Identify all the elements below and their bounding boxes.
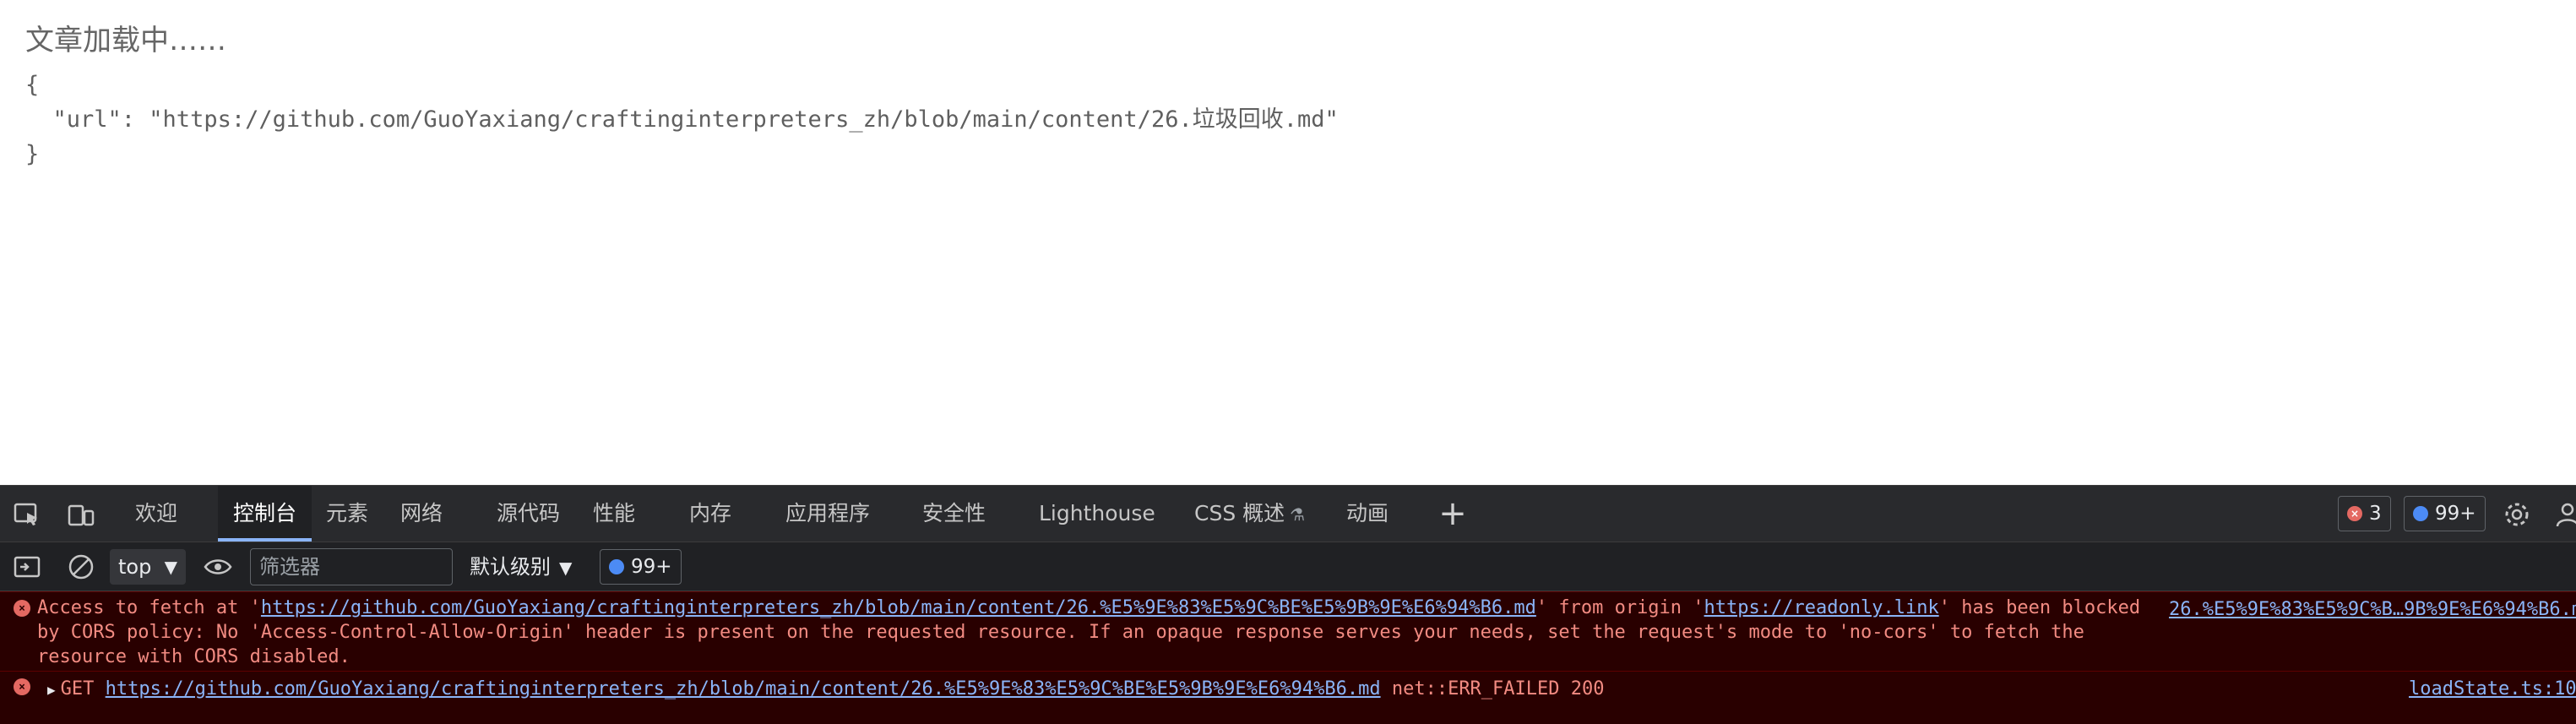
page-content: 文章加载中…… { "url": "https://github.com/Guo… — [0, 0, 2576, 485]
message-icon — [609, 559, 624, 574]
context-selector[interactable]: top ▼ — [110, 549, 186, 585]
message-count: 99+ — [2435, 503, 2476, 525]
request-url-link[interactable]: https://github.com/GuoYaxiang/craftingin… — [106, 678, 1381, 700]
tab-animations[interactable]: 动画 — [1331, 486, 1404, 542]
msg-line-2: by CORS policy: No 'Access-Control-Allow… — [37, 622, 2084, 643]
issues-count: 99+ — [631, 556, 672, 578]
msg-line-3: resource with CORS disabled. — [37, 646, 351, 667]
eye-icon[interactable] — [203, 552, 233, 582]
gear-icon[interactable] — [2502, 499, 2532, 530]
tab-security[interactable]: 安全性 — [907, 486, 1001, 542]
log-level-label: 默认级别 — [470, 555, 551, 579]
origin-link[interactable]: https://readonly.link — [1704, 597, 1939, 618]
devtools-panel: 欢迎 控制台 元素 网络 源代码 性能 内存 应用程序 安全性 Lighthou… — [0, 485, 2576, 724]
device-emulation-icon[interactable] — [66, 499, 96, 530]
tab-css-overview-label: CSS 概述 — [1194, 501, 1285, 525]
tab-performance[interactable]: 性能 — [578, 486, 650, 542]
user-feedback-icon[interactable] — [2552, 499, 2576, 530]
tab-application[interactable]: 应用程序 — [770, 486, 885, 542]
tab-network[interactable]: 网络 — [385, 486, 458, 542]
msg-prefix: Access to fetch at ' — [37, 597, 261, 618]
devtools-tabbar: 欢迎 控制台 元素 网络 源代码 性能 内存 应用程序 安全性 Lighthou… — [0, 485, 2576, 542]
console-toolbar: top ▼ 默认级别 ▼ 99+ — [0, 542, 2576, 591]
console-message-get-error: × ▶ GET https://github.com/GuoYaxiang/cra… — [0, 671, 2576, 724]
request-status: net::ERR_FAILED 200 — [1391, 678, 1605, 700]
json-output: { "url": "https://github.com/GuoYaxiang/… — [25, 68, 1339, 171]
page-title: 文章加载中…… — [25, 24, 226, 57]
json-url-line: "url": "https://github.com/GuoYaxiang/cr… — [25, 106, 1339, 133]
source-link[interactable]: loadState.ts:10 — [2409, 677, 2576, 701]
inspect-element-icon[interactable] — [12, 499, 42, 530]
json-open-brace: { — [25, 72, 40, 98]
add-tab-icon[interactable]: + — [1436, 493, 1470, 535]
error-icon: × — [14, 678, 30, 695]
clear-console-icon[interactable] — [66, 552, 96, 582]
flask-icon: ⚗ — [1290, 504, 1306, 525]
message-icon — [2413, 506, 2428, 521]
context-value: top — [118, 555, 152, 579]
tab-css-overview[interactable]: CSS 概述 ⚗ — [1179, 486, 1320, 542]
tab-memory[interactable]: 内存 — [674, 486, 747, 542]
chevron-down-icon: ▼ — [164, 557, 177, 577]
tab-lighthouse[interactable]: Lighthouse — [1024, 486, 1171, 542]
tab-sources[interactable]: 源代码 — [481, 486, 575, 542]
tab-welcome[interactable]: 欢迎 — [120, 486, 193, 542]
tab-elements[interactable]: 元素 — [311, 486, 383, 542]
log-level-dropdown[interactable]: 默认级别 ▼ — [470, 549, 572, 585]
expand-triangle-icon[interactable]: ▶ — [47, 682, 56, 698]
tab-console[interactable]: 控制台 — [218, 486, 312, 542]
console-message-cors-error: × Access to fetch at 'https://github.com… — [0, 591, 2576, 671]
error-count: 3 — [2369, 503, 2382, 525]
error-icon: × — [2347, 506, 2362, 521]
request-url-link[interactable]: https://github.com/GuoYaxiang/craftingin… — [261, 597, 1536, 618]
error-icon: × — [14, 600, 30, 617]
issues-badge[interactable]: 99+ — [600, 549, 682, 585]
message-count-badge[interactable]: 99+ — [2404, 496, 2486, 531]
json-close-brace: } — [25, 141, 40, 167]
request-method: GET — [60, 678, 95, 700]
show-sidebar-icon[interactable] — [12, 552, 42, 582]
filter-input[interactable] — [250, 548, 453, 585]
msg-suffix: ' has been blocked — [1938, 597, 2141, 618]
source-link[interactable]: 26.%E5%9E%83%E5%9C%B…9B%9E%E6%94%B6.md:1 — [2169, 597, 2576, 622]
msg-middle: ' from origin ' — [1535, 597, 1704, 618]
error-count-badge[interactable]: × 3 — [2338, 496, 2391, 531]
chevron-down-icon: ▼ — [559, 558, 573, 578]
